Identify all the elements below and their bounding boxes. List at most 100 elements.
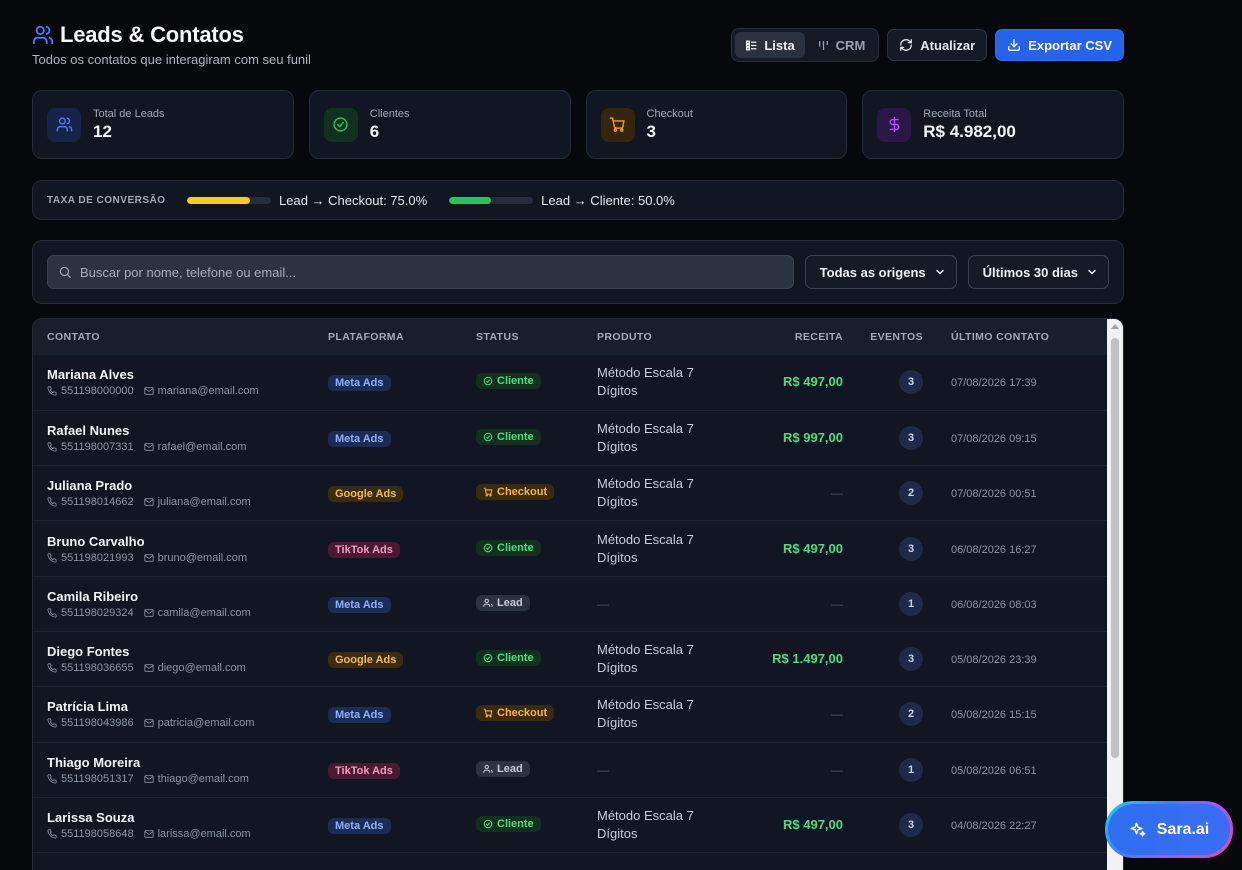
phone-text: 551198051317 — [61, 772, 134, 785]
events-cell: 1 — [843, 576, 923, 631]
contact-cell: Camila Ribeiro 551198029324 camila@email.c… — [33, 576, 314, 631]
export-csv-button[interactable]: Exportar CSV — [995, 29, 1124, 61]
email-text: juliana@email.com — [157, 496, 251, 509]
progress-fill — [449, 196, 492, 204]
view-list-button[interactable]: Lista — [735, 32, 805, 58]
contact-name[interactable]: Mariana Alves — [47, 367, 314, 382]
search-input[interactable] — [80, 264, 793, 280]
product-cell: Método Escala 7 Dígitos — [583, 687, 733, 742]
column-header-last-contact[interactable]: ÚLTIMO CONTATO — [923, 319, 1109, 355]
phone-icon — [47, 774, 57, 784]
phone-icon — [47, 608, 57, 618]
revenue-cell: — — [733, 466, 843, 521]
mail-icon — [144, 497, 154, 507]
table-row[interactable]: Thiago Moreira 551198051317 thiago@email.c… — [33, 742, 1109, 798]
conversion-text: Lead → Cliente: 50.0% — [541, 192, 675, 208]
period-select[interactable]: Últimos 30 dias — [967, 255, 1109, 289]
check-circle-icon — [483, 653, 493, 663]
table-row[interactable]: Rafael Nunes 551198007331 rafael@email.com… — [33, 410, 1109, 466]
last-contact-date: 07/08/2026 17:39 — [951, 377, 1037, 390]
stat-value: 6 — [369, 121, 380, 141]
table-row[interactable]: Bruno Carvalho 551198021993 bruno@email.co… — [33, 521, 1109, 577]
product-text: — — [597, 762, 609, 777]
platform-cell: Meta Ads — [314, 576, 462, 631]
contact-name[interactable]: Camila Ribeiro — [47, 589, 314, 604]
column-header-revenue[interactable]: RECEITA — [733, 319, 843, 355]
last-contact-cell: 05/08/2026 15:15 — [923, 687, 1109, 742]
platform-badge: Meta Ads — [328, 375, 391, 392]
view-crm-button[interactable]: CRM — [807, 32, 876, 58]
scroll-up-arrow[interactable] — [1111, 324, 1119, 329]
column-header-events[interactable]: EVENTOS — [843, 319, 923, 355]
contact-name[interactable]: Rafael Nunes — [47, 423, 314, 438]
platform-cell: Meta Ads — [314, 687, 462, 742]
contact-name[interactable]: Juliana Prado — [47, 478, 314, 493]
phone-icon — [47, 663, 57, 673]
contact-name[interactable]: Bruno Carvalho — [47, 534, 314, 549]
download-icon — [1008, 39, 1021, 51]
status-badge: Checkout — [476, 705, 555, 722]
mail-icon — [144, 553, 154, 563]
view-crm-label: CRM — [835, 37, 866, 53]
product-cell: Método Escala 7 Dígitos — [583, 410, 733, 465]
view-toggle: Lista CRM — [731, 28, 880, 62]
table-scrollbar[interactable] — [1107, 319, 1123, 870]
contact-phone: 551198014662 — [47, 496, 134, 508]
contact-email: juliana@email.com — [144, 496, 251, 508]
contact-name[interactable]: Patrícia Lima — [47, 699, 314, 714]
stat-label: Receita Total — [923, 107, 987, 120]
last-contact-date: 07/08/2026 09:15 — [951, 432, 1037, 445]
status-text: Checkout — [497, 707, 548, 720]
last-contact-date: 06/08/2026 08:03 — [951, 598, 1037, 611]
column-header-status[interactable]: STATUS — [462, 319, 583, 355]
search-icon — [59, 266, 71, 278]
column-header-product[interactable]: PRODUTO — [583, 319, 733, 355]
refresh-button[interactable]: Atualizar — [887, 29, 988, 61]
status-cell: Cliente — [462, 410, 583, 465]
events-count: 1 — [899, 757, 923, 782]
status-badge: Cliente — [476, 650, 541, 667]
email-text: camila@email.com — [157, 606, 251, 619]
contact-email: larissa@email.com — [144, 828, 251, 840]
product-cell: Método Escala 7 Dígitos — [583, 466, 733, 521]
events-cell: 3 — [843, 410, 923, 465]
email-text: bruno@email.com — [157, 551, 248, 564]
revenue-text: R$ 997,00 — [783, 429, 843, 445]
leads-table: CONTATO PLATAFORMA STATUS PRODUTO RECEIT… — [33, 319, 1109, 853]
status-badge: Checkout — [476, 484, 555, 501]
list-icon — [746, 40, 757, 50]
status-badge: Cliente — [476, 373, 541, 390]
column-header-platform[interactable]: PLATAFORMA — [314, 319, 462, 355]
contact-name[interactable]: Larissa Souza — [47, 810, 314, 825]
product-cell: Método Escala 7 Dígitos — [583, 797, 733, 852]
table-row[interactable]: Juliana Prado 551198014662 juliana@email.c… — [33, 466, 1109, 521]
table-row[interactable]: Patrícia Lima 551198043986 patricia@email.… — [33, 687, 1109, 743]
contact-cell: Bruno Carvalho 551198021993 bruno@email.co… — [33, 521, 314, 576]
status-badge: Cliente — [476, 428, 541, 445]
origin-select[interactable]: Todas as origens — [804, 255, 957, 289]
revenue-cell: — — [733, 576, 843, 631]
users-icon — [483, 764, 493, 774]
sara-ai-button[interactable]: Sara.ai — [1105, 801, 1233, 858]
column-header-contact[interactable]: CONTATO — [33, 319, 314, 355]
leads-table-container: CONTATO PLATAFORMA STATUS PRODUTO RECEIT… — [32, 318, 1124, 870]
mail-icon — [144, 718, 154, 728]
table-row[interactable]: Diego Fontes 551198036655 diego@email.com G… — [33, 631, 1109, 687]
table-row[interactable]: Camila Ribeiro 551198029324 camila@email.c… — [33, 576, 1109, 632]
conversion-lead-checkout: Lead → Checkout: 75.0% — [187, 193, 427, 208]
contact-name[interactable]: Thiago Moreira — [47, 755, 314, 770]
events-count: 3 — [899, 425, 923, 450]
status-text: Cliente — [497, 818, 534, 831]
scroll-thumb[interactable] — [1111, 338, 1119, 758]
events-count: 2 — [899, 702, 923, 727]
table-row[interactable]: Larissa Souza 551198058648 larissa@email.c… — [33, 797, 1109, 853]
page-header: Leads & Contatos Todos os contatos que i… — [32, 22, 1124, 78]
platform-badge: Meta Ads — [328, 430, 391, 447]
events-cell: 3 — [843, 631, 923, 686]
progress-bar — [187, 196, 271, 204]
contact-email: diego@email.com — [144, 662, 246, 674]
mail-icon — [144, 608, 154, 618]
table-row[interactable]: Mariana Alves 551198000000 mariana@email.c… — [33, 355, 1109, 411]
contact-name[interactable]: Diego Fontes — [47, 644, 314, 659]
revenue-cell: R$ 497,00 — [733, 521, 843, 576]
